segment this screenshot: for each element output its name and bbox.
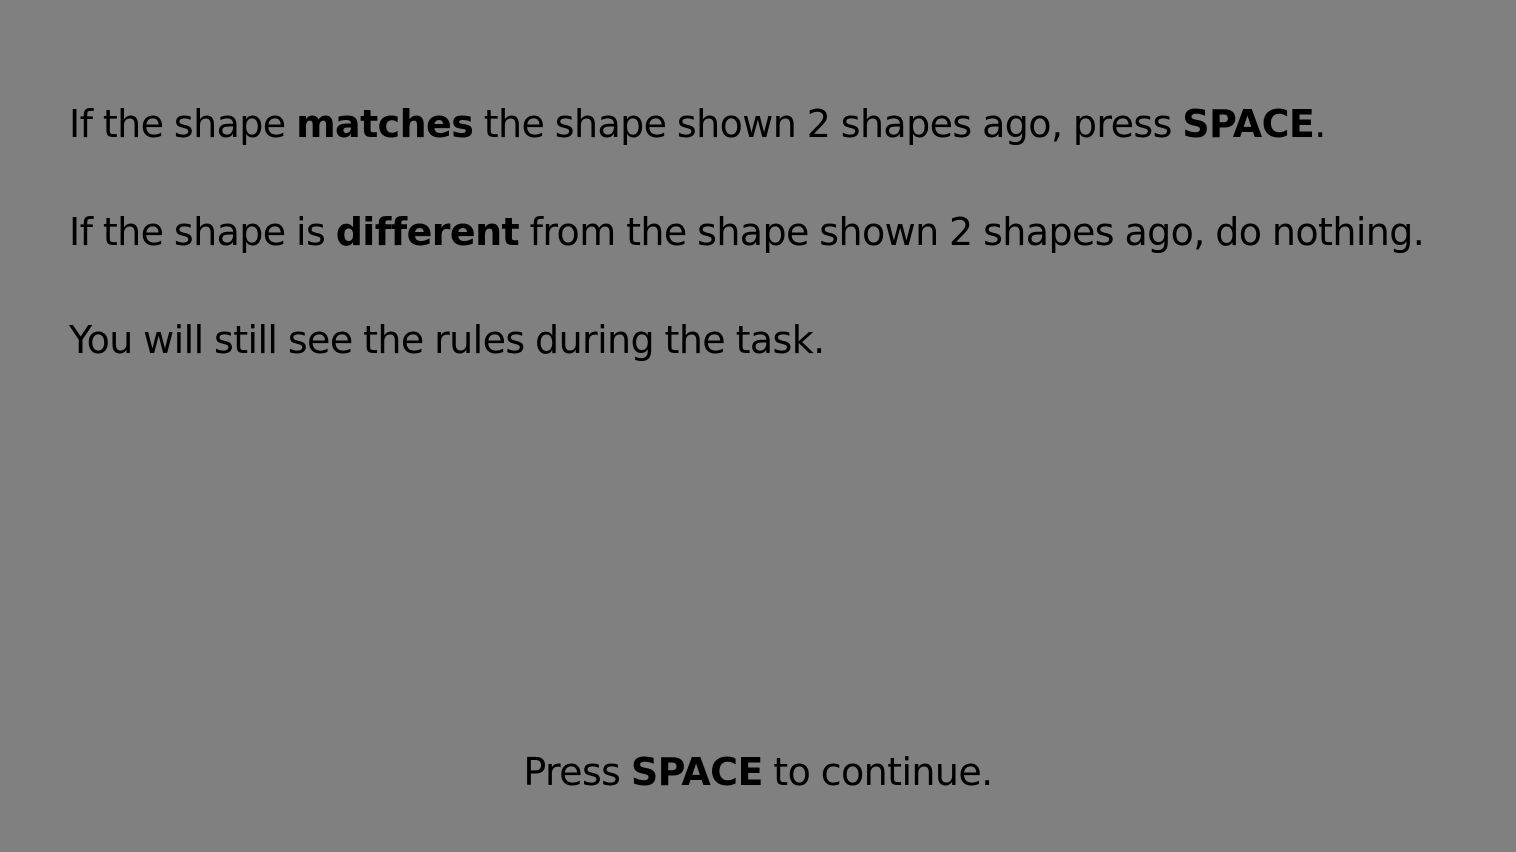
rule-match-text-start: If the shape bbox=[69, 102, 297, 146]
rule-different-keyword: different bbox=[335, 210, 520, 254]
rules-note-line: You will still see the rules during the … bbox=[69, 318, 825, 362]
rule-different-text-start: If the shape is bbox=[69, 210, 336, 254]
rule-match-text-end: . bbox=[1314, 102, 1326, 146]
instructions-block: If the shape matches the shape shown 2 s… bbox=[69, 98, 1489, 422]
rule-different-text-end: from the shape shown 2 shapes ago, do no… bbox=[519, 210, 1425, 254]
continue-key: SPACE bbox=[630, 750, 764, 794]
instruction-screen: If the shape matches the shape shown 2 s… bbox=[0, 0, 1516, 852]
rule-match-text-middle: the shape shown 2 shapes ago, press bbox=[473, 102, 1183, 146]
continue-prompt: Press SPACE to continue. bbox=[0, 746, 1516, 798]
rule-match-key: SPACE bbox=[1182, 102, 1315, 146]
continue-prompt-start: Press bbox=[523, 750, 631, 794]
rule-different-line: If the shape is different from the shape… bbox=[69, 206, 1489, 258]
rule-match-line: If the shape matches the shape shown 2 s… bbox=[69, 98, 1489, 150]
continue-prompt-end: to continue. bbox=[762, 750, 993, 794]
rule-match-keyword: matches bbox=[296, 102, 474, 146]
